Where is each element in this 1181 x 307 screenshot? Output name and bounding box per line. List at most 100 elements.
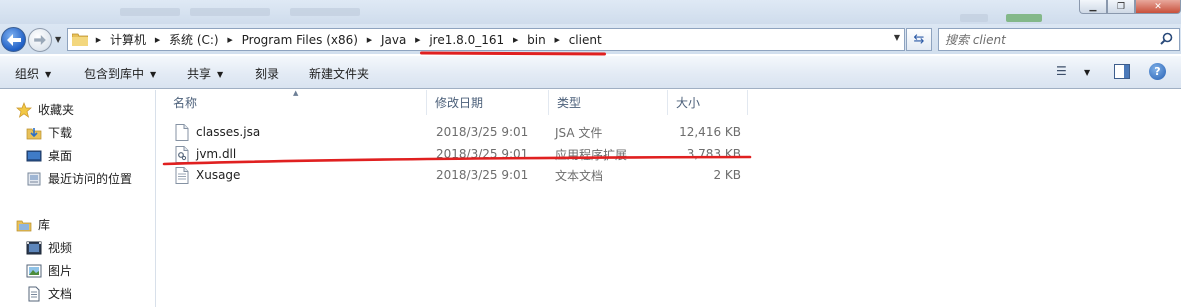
breadcrumb-system-drive[interactable]: 系统 (C:) xyxy=(166,31,222,48)
column-headers: 名称 ▲ 修改日期 类型 大小 xyxy=(165,89,905,115)
arrow-left-icon xyxy=(6,33,21,46)
chevron-down-icon: ▼ xyxy=(150,70,157,79)
view-options-dropdown[interactable]: ▼ xyxy=(1084,68,1090,77)
blurred-title-text xyxy=(120,8,180,16)
organize-label: 组织 xyxy=(15,67,40,81)
breadcrumb-computer[interactable]: 计算机 xyxy=(107,31,149,48)
breadcrumb-separator-icon[interactable]: ▶ xyxy=(507,36,524,44)
back-button[interactable] xyxy=(1,27,26,52)
maximize-icon: ❐ xyxy=(1116,2,1126,12)
library-icon xyxy=(16,217,32,233)
breadcrumb-separator-icon[interactable]: ▶ xyxy=(361,36,378,44)
close-icon: ✕ xyxy=(1154,2,1162,12)
file-name-cell: Xusage xyxy=(175,164,240,186)
document-library-icon xyxy=(26,286,42,302)
command-bar: 组织 ▼ 包含到库中 ▼ 共享 ▼ 刻录 新建文件夹 ☰ ▼ ? xyxy=(0,56,1181,89)
address-bar[interactable]: ▶ 计算机 ▶ 系统 (C:) ▶ Program Files (x86) ▶ … xyxy=(67,28,905,51)
nav-libraries[interactable]: 库 xyxy=(16,216,50,233)
nav-favorites[interactable]: 收藏夹 xyxy=(16,101,74,118)
picture-library-icon xyxy=(26,263,42,279)
preview-pane-icon[interactable] xyxy=(1114,64,1130,79)
column-header-label: 类型 xyxy=(557,96,582,110)
organize-menu[interactable]: 组织 ▼ xyxy=(15,65,51,82)
maximize-button[interactable]: ❐ xyxy=(1107,0,1135,14)
table-row[interactable]: classes.jsa 2018/3/25 9:01 JSA 文件 12,416… xyxy=(165,121,905,143)
blurred-title-text xyxy=(190,8,270,16)
blurred-title-text xyxy=(960,14,988,22)
search-input[interactable] xyxy=(945,31,1155,48)
breadcrumb-client[interactable]: client xyxy=(566,33,605,47)
breadcrumb-java[interactable]: Java xyxy=(378,33,409,47)
burn-button[interactable]: 刻录 xyxy=(255,65,279,82)
navigation-pane: 收藏夹 下载 桌面 最近访问的位置 库 视频 图片 文档 xyxy=(0,90,156,307)
text-file-icon xyxy=(175,166,189,184)
search-box[interactable] xyxy=(938,28,1180,51)
new-folder-button[interactable]: 新建文件夹 xyxy=(309,65,369,82)
minimize-button[interactable]: ▁ xyxy=(1079,0,1107,14)
folder-icon xyxy=(72,33,88,46)
close-button[interactable]: ✕ xyxy=(1135,0,1181,14)
column-header-label: 修改日期 xyxy=(435,96,484,110)
breadcrumb-jre[interactable]: jre1.8.0_161 xyxy=(426,33,507,47)
chevron-down-icon: ▼ xyxy=(45,70,52,79)
downloads-folder-icon xyxy=(26,125,42,141)
annotation-underline xyxy=(162,155,752,166)
nav-item-recent-places[interactable]: 最近访问的位置 xyxy=(26,170,132,187)
help-icon[interactable]: ? xyxy=(1149,63,1166,80)
refresh-button[interactable]: ⇆ xyxy=(906,28,932,51)
file-size: 2 KB xyxy=(713,168,741,182)
file-modified: 2018/3/25 9:01 xyxy=(436,168,529,182)
refresh-icon: ⇆ xyxy=(913,32,925,47)
nav-item-desktop[interactable]: 桌面 xyxy=(26,147,72,164)
star-icon xyxy=(16,101,32,118)
view-options-icon[interactable]: ☰ xyxy=(1056,64,1067,78)
share-label: 共享 xyxy=(187,67,212,81)
search-icon[interactable] xyxy=(1160,32,1173,45)
column-header-label: 大小 xyxy=(676,96,701,110)
nav-item-documents[interactable]: 文档 xyxy=(26,285,72,302)
nav-item-videos[interactable]: 视频 xyxy=(26,239,72,256)
nav-favorites-label: 收藏夹 xyxy=(38,103,75,117)
share-menu[interactable]: 共享 ▼ xyxy=(187,65,223,82)
breadcrumb-separator-icon[interactable]: ▶ xyxy=(222,36,239,44)
blurred-title-text xyxy=(1006,14,1042,22)
recent-pages-dropdown[interactable]: ▼ xyxy=(55,35,61,44)
breadcrumb-bin[interactable]: bin xyxy=(524,33,549,47)
blank-file-icon xyxy=(175,123,189,141)
breadcrumb-separator-icon[interactable]: ▶ xyxy=(149,36,166,44)
nav-item-pictures[interactable]: 图片 xyxy=(26,262,72,279)
nav-libraries-label: 库 xyxy=(38,218,51,232)
annotation-underline xyxy=(419,51,607,56)
nav-item-label: 文档 xyxy=(48,287,73,301)
navigation-bar: ▼ ▶ 计算机 ▶ 系统 (C:) ▶ Program Files (x86) … xyxy=(0,24,1181,54)
nav-item-downloads[interactable]: 下载 xyxy=(26,124,72,141)
file-name-cell: classes.jsa xyxy=(175,121,260,143)
column-header-label: 名称 xyxy=(173,96,198,110)
file-list: 名称 ▲ 修改日期 类型 大小 classes.jsa 2018/3/25 9:… xyxy=(157,89,1181,307)
minimize-icon: ▁ xyxy=(1089,2,1097,12)
window-controls: ▁ ❐ ✕ xyxy=(1079,0,1181,14)
column-header-size[interactable]: 大小 xyxy=(668,90,748,115)
chevron-down-icon: ▼ xyxy=(217,70,224,79)
include-in-library-label: 包含到库中 xyxy=(84,67,145,81)
breadcrumb-separator-icon[interactable]: ▶ xyxy=(90,36,107,44)
file-name: classes.jsa xyxy=(196,125,261,139)
address-history-dropdown[interactable]: ▼ xyxy=(894,33,900,42)
table-row[interactable]: Xusage 2018/3/25 9:01 文本文档 2 KB xyxy=(165,164,905,186)
breadcrumb-separator-icon[interactable]: ▶ xyxy=(549,36,566,44)
breadcrumb: ▶ 计算机 ▶ 系统 (C:) ▶ Program Files (x86) ▶ … xyxy=(90,29,605,50)
nav-item-label: 最近访问的位置 xyxy=(48,172,133,186)
include-in-library-menu[interactable]: 包含到库中 ▼ xyxy=(84,65,156,82)
forward-button[interactable] xyxy=(28,28,52,52)
file-size: 12,416 KB xyxy=(679,125,741,139)
file-modified: 2018/3/25 9:01 xyxy=(436,125,529,139)
breadcrumb-program-files[interactable]: Program Files (x86) xyxy=(239,33,361,47)
recent-places-icon xyxy=(26,171,42,187)
file-name: Xusage xyxy=(196,168,241,182)
sort-ascending-icon: ▲ xyxy=(293,89,299,97)
column-header-type[interactable]: 类型 xyxy=(549,90,668,115)
nav-item-label: 图片 xyxy=(48,264,73,278)
arrow-right-icon xyxy=(34,35,46,45)
breadcrumb-separator-icon[interactable]: ▶ xyxy=(409,36,426,44)
column-header-modified[interactable]: 修改日期 xyxy=(427,90,549,115)
